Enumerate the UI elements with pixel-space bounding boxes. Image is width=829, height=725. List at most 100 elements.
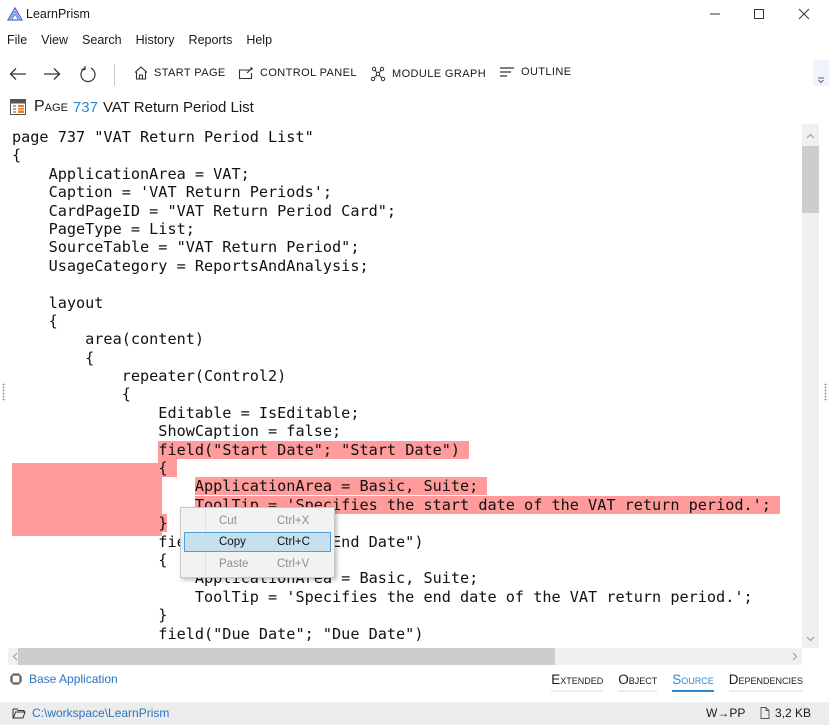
menu-reports[interactable]: Reports [182,31,240,51]
toolbar-overflow-button[interactable] [813,60,829,86]
vertical-scroll-thumb[interactable] [802,146,819,213]
page-number-link[interactable]: 737 [73,99,98,116]
code-line: { [12,146,22,165]
code-line: Caption = 'VAT Return Periods'; [12,183,333,202]
context-menu-cut[interactable]: Cut Ctrl+X [184,511,331,531]
minimize-button[interactable] [692,0,738,28]
code-line: { [12,348,95,367]
code-line: ShowCaption = false; [12,422,342,441]
home-icon [134,66,148,80]
title-bar: LearnPrism [0,0,829,28]
code-line: } [12,606,168,625]
start-page-link[interactable]: START PAGE [134,66,226,80]
outline-link[interactable]: OUTLINE [499,66,571,78]
close-button[interactable] [781,0,827,28]
code-line: ApplicationArea = VAT; [12,164,250,183]
workspace-path-link[interactable]: C:\workspace\LearnPrism [12,706,169,720]
chip-icon [10,673,22,685]
cut-label: Cut [219,515,237,527]
refresh-icon [80,66,96,83]
module-graph-link[interactable]: MODULE GRAPH [370,66,486,82]
menu-help[interactable]: Help [239,31,279,51]
minimize-icon [710,13,720,15]
tab-source[interactable]: Source [672,672,714,692]
assembly-link[interactable]: Base Application [9,672,118,686]
maximize-button[interactable] [736,0,782,28]
file-size-value: 3,2 KB [775,706,812,720]
code-editor[interactable]: page 737 "VAT Return Period List"{ Appli… [0,124,801,648]
page-keyword: Page [34,98,68,115]
assembly-label: Base Application [29,672,118,686]
chevron-up-icon [806,133,815,138]
code-line: { [12,459,780,478]
view-tabs: Extended Object Source Dependencies [536,672,803,692]
source-code[interactable]: page 737 "VAT Return Period List"{ Appli… [12,128,781,643]
code-line: } [12,514,780,533]
file-icon [760,707,770,719]
selected-text: } [158,514,168,533]
cut-shortcut: Ctrl+X [277,515,310,527]
code-line: Editable = IsEditable; [12,403,360,422]
status-bar: C:\workspace\LearnPrism W→PP 3,2 KB [0,702,829,725]
encoding-indicator: W→PP [706,706,746,720]
right-splitter-grip[interactable] [824,383,827,401]
paste-shortcut: Ctrl+V [277,558,310,570]
context-menu: Cut Ctrl+X Copy Ctrl+C Paste Ctrl+V [180,507,335,578]
refresh-button[interactable] [76,62,100,86]
app-logo-icon [7,7,23,21]
code-line: { [12,550,168,569]
code-line: SourceTable = "VAT Return Period"; [12,238,360,257]
code-line: ApplicationArea = Basic, Suite; [12,569,479,588]
module-graph-label: MODULE GRAPH [392,68,487,80]
folder-icon [12,708,26,719]
tab-dependencies[interactable]: Dependencies [728,672,803,692]
control-panel-link[interactable]: CONTROL PANEL [238,66,357,80]
start-page-label: START PAGE [154,67,226,79]
tab-extended[interactable]: Extended [551,672,604,692]
selected-text: { [158,459,177,478]
bottom-bar: Base Application Extended Object Source … [0,668,829,696]
horizontal-scrollbar[interactable] [8,648,802,665]
menu-view[interactable]: View [34,31,75,51]
file-size: 3,2 KB [760,706,811,720]
maximize-icon [754,9,764,19]
scroll-right-button[interactable] [788,648,802,665]
chevron-down-icon [806,636,815,641]
code-line: field("Start Date"; "Start Date") [12,440,780,459]
code-line: repeater(Control2) [12,367,287,386]
chevron-down-icon [818,77,824,84]
code-line: PageType = List; [12,219,195,238]
menu-search[interactable]: Search [75,31,129,51]
chevron-right-icon [792,652,798,661]
menu-bar: File View Search History Reports Help [0,31,279,51]
code-line: ToolTip = 'Specifies the end date of the… [12,587,753,606]
context-menu-paste[interactable]: Paste Ctrl+V [184,554,331,574]
vertical-scrollbar[interactable] [802,124,819,648]
horizontal-scroll-thumb[interactable] [18,648,555,665]
workspace-path: C:\workspace\LearnPrism [32,706,170,720]
context-menu-copy[interactable]: Copy Ctrl+C [184,532,331,552]
arrow-left-icon [9,68,26,80]
outline-label: OUTLINE [521,66,572,78]
code-line: { [12,311,58,330]
scroll-down-button[interactable] [802,630,819,647]
code-line: area(content) [12,330,205,349]
control-panel-icon [238,67,253,80]
code-line: { [12,385,131,404]
forward-button[interactable] [40,62,64,86]
copy-label: Copy [219,536,246,548]
back-button[interactable] [6,62,30,86]
menu-history[interactable]: History [129,31,182,51]
graph-icon [370,66,386,82]
page-title: Page 737 VAT Return Period List [10,96,254,118]
scroll-up-button[interactable] [802,127,819,144]
code-line: ToolTip = 'Specifies the start date of t… [12,495,781,514]
close-icon [798,8,810,20]
menu-file[interactable]: File [0,31,34,51]
outline-icon [500,67,514,77]
tab-object[interactable]: Object [618,672,658,692]
app-title: LearnPrism [26,7,90,21]
toolbar-separator [114,64,115,86]
toolbar: START PAGE CONTROL PANEL MODULE GRAPH OU… [0,58,829,90]
